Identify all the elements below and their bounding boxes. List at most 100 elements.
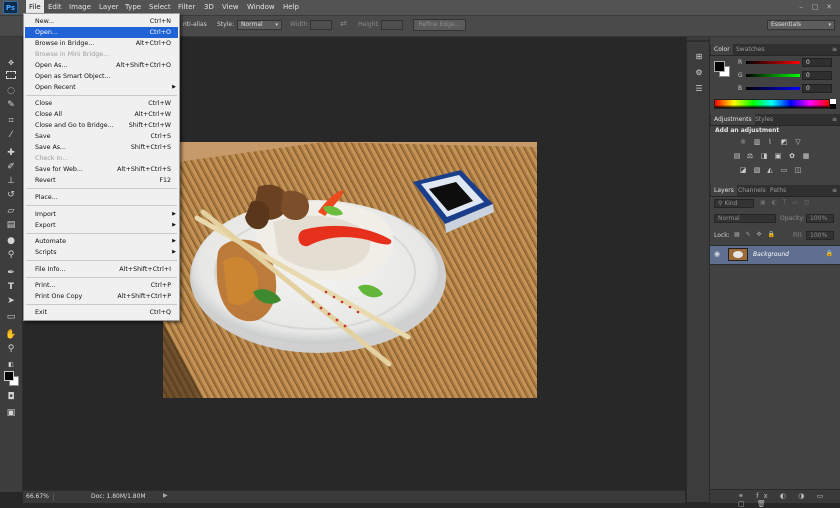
blue-slider-row[interactable]: B 0 [714,84,836,93]
menu-item-open-recent[interactable]: Open Recent ▶ [25,82,178,93]
menu-item-open[interactable]: Open... Ctrl+O [25,27,178,38]
menu-item-place[interactable]: Place... [25,192,178,203]
workspace-select[interactable]: Essentials ▾ [767,20,835,30]
crop-tool-icon[interactable]: ⌗ [4,115,18,127]
gradient-tool-icon[interactable]: ▤ [4,219,18,231]
eraser-tool-icon[interactable]: ▱ [4,205,18,217]
menu-item-close-and-go-to-bridge[interactable]: Close and Go to Bridge... Shift+Ctrl+W [25,120,178,131]
menu-item-open-as[interactable]: Open As... Alt+Shift+Ctrl+O [25,60,178,71]
menu-item-exit[interactable]: Exit Ctrl+Q [25,307,178,318]
panel-menu-icon[interactable]: ≡ [832,44,837,55]
healing-brush-tool-icon[interactable]: ✚ [4,147,18,159]
default-colors-icon[interactable]: ◧ [4,359,18,371]
menu-item-save-as[interactable]: Save As... Shift+Ctrl+S [25,142,178,153]
clone-stamp-tool-icon[interactable]: ⊥ [4,175,18,187]
menu-3d[interactable]: 3D [201,0,217,15]
zoom-tool-icon[interactable]: ⚲ [4,343,18,355]
fill-field[interactable]: 100% [806,231,834,240]
hue-saturation-icon[interactable]: ▤ [732,152,742,161]
color-spectrum-ramp[interactable] [714,99,830,109]
tab-channels[interactable]: Channels [735,185,769,196]
photo-filter-icon[interactable]: ▣ [773,152,783,161]
threshold-icon[interactable]: ◭ [765,166,775,175]
opacity-field[interactable]: 100% [806,214,834,223]
close-icon[interactable]: ✕ [824,3,834,12]
maximize-icon[interactable]: □ [810,3,820,12]
red-slider[interactable] [746,61,800,64]
tab-swatches[interactable]: Swatches [733,44,768,55]
levels-icon[interactable]: ▥ [752,138,762,147]
history-panel-icon[interactable]: ⊞ [692,51,706,63]
tab-layers[interactable]: Layers [711,185,737,196]
curves-icon[interactable]: ⌇ [765,138,775,147]
menu-item-print[interactable]: Print... Ctrl+P [25,280,178,291]
move-tool-icon[interactable]: ✥ [4,57,18,69]
foreground-color-chip[interactable] [714,61,725,72]
exposure-icon[interactable]: ◩ [779,138,789,147]
eyedropper-tool-icon[interactable]: ⁄ [4,129,18,141]
blue-value[interactable]: 0 [802,84,832,93]
document-image[interactable] [163,142,537,398]
menu-item-browse-in-bridge[interactable]: Browse in Bridge... Alt+Ctrl+O [25,38,178,49]
menu-item-open-as-smart-object[interactable]: Open as Smart Object... [25,71,178,82]
layers-footer-icons[interactable]: ⚭ fx ◐ ◑ ▭ ▢ 🗑 [738,492,840,508]
menu-item-close[interactable]: Close Ctrl+W [25,98,178,109]
tab-paths[interactable]: Paths [767,185,789,196]
red-value[interactable]: 0 [802,58,832,67]
color-balance-icon[interactable]: ⚖ [745,152,755,161]
menu-item-save[interactable]: Save Ctrl+S [25,131,178,142]
brush-tool-icon[interactable]: ✐ [4,161,18,173]
notes-panel-icon[interactable]: ☰ [692,83,706,95]
menu-item-file-info[interactable]: File Info... Alt+Shift+Ctrl+I [25,264,178,275]
menu-view[interactable]: View [219,0,242,15]
blue-slider[interactable] [746,87,800,90]
menu-item-automate[interactable]: Automate ▶ [25,236,178,247]
path-selection-tool-icon[interactable]: ➤ [4,295,18,307]
menu-item-import[interactable]: Import ▶ [25,209,178,220]
invert-icon[interactable]: ◪ [738,166,748,175]
tab-adjustments[interactable]: Adjustments [711,114,755,125]
layer-row-background[interactable]: ◉ Background 🔒 [710,245,840,265]
green-slider-row[interactable]: G 0 [714,71,836,80]
dodge-tool-icon[interactable]: ⚲ [4,249,18,261]
marquee-tool-icon[interactable] [4,71,18,83]
status-arrow-icon[interactable]: ▶ [163,492,168,499]
selective-color-icon[interactable]: ◫ [793,166,803,175]
green-value[interactable]: 0 [802,71,832,80]
menu-item-new[interactable]: New... Ctrl+N [25,16,178,27]
style-select[interactable]: Normal ▾ [237,20,282,30]
swap-icon[interactable]: ⇄ [340,19,347,28]
screen-mode-icon[interactable]: ▣ [4,407,18,419]
color-lookup-icon[interactable]: ▦ [801,152,811,161]
menu-window[interactable]: Window [244,0,278,15]
red-slider-row[interactable]: R 0 [714,58,836,67]
green-slider[interactable] [746,74,800,77]
menu-item-close-all[interactable]: Close All Alt+Ctrl+W [25,109,178,120]
refine-edge-button[interactable]: Refine Edge... [413,19,466,31]
blend-mode-select[interactable]: Normal [714,214,776,223]
tab-styles[interactable]: Styles [752,114,776,125]
menu-item-scripts[interactable]: Scripts ▶ [25,247,178,258]
pen-tool-icon[interactable]: ✒ [4,267,18,279]
brightness-contrast-icon[interactable]: ☼ [738,138,748,147]
panel-menu-icon[interactable]: ≡ [832,114,837,125]
hand-tool-icon[interactable]: ✋ [4,329,18,341]
menu-item-save-for-web[interactable]: Save for Web... Alt+Shift+Ctrl+S [25,164,178,175]
posterize-icon[interactable]: ▧ [752,166,762,175]
menu-item-revert[interactable]: Revert F12 [25,175,178,186]
lasso-tool-icon[interactable]: ◌ [4,85,18,97]
quick-selection-tool-icon[interactable]: ✎ [4,99,18,111]
type-tool-icon[interactable]: T [4,281,18,293]
menu-item-export[interactable]: Export ▶ [25,220,178,231]
gradient-map-icon[interactable]: ▭ [779,166,789,175]
panel-menu-icon[interactable]: ≡ [832,185,837,196]
black-white-icon[interactable]: ◨ [759,152,769,161]
layer-filter-icons[interactable]: ▣ ◐ T ▭ ◫ [760,199,812,206]
minimize-icon[interactable]: – [796,3,806,12]
height-field[interactable] [381,20,403,30]
eye-icon[interactable]: ◉ [714,250,720,258]
blur-tool-icon[interactable]: ● [4,235,18,247]
menu-help[interactable]: Help [280,0,302,15]
quick-mask-icon[interactable]: ◘ [4,391,18,403]
layer-name[interactable]: Background [753,251,789,258]
